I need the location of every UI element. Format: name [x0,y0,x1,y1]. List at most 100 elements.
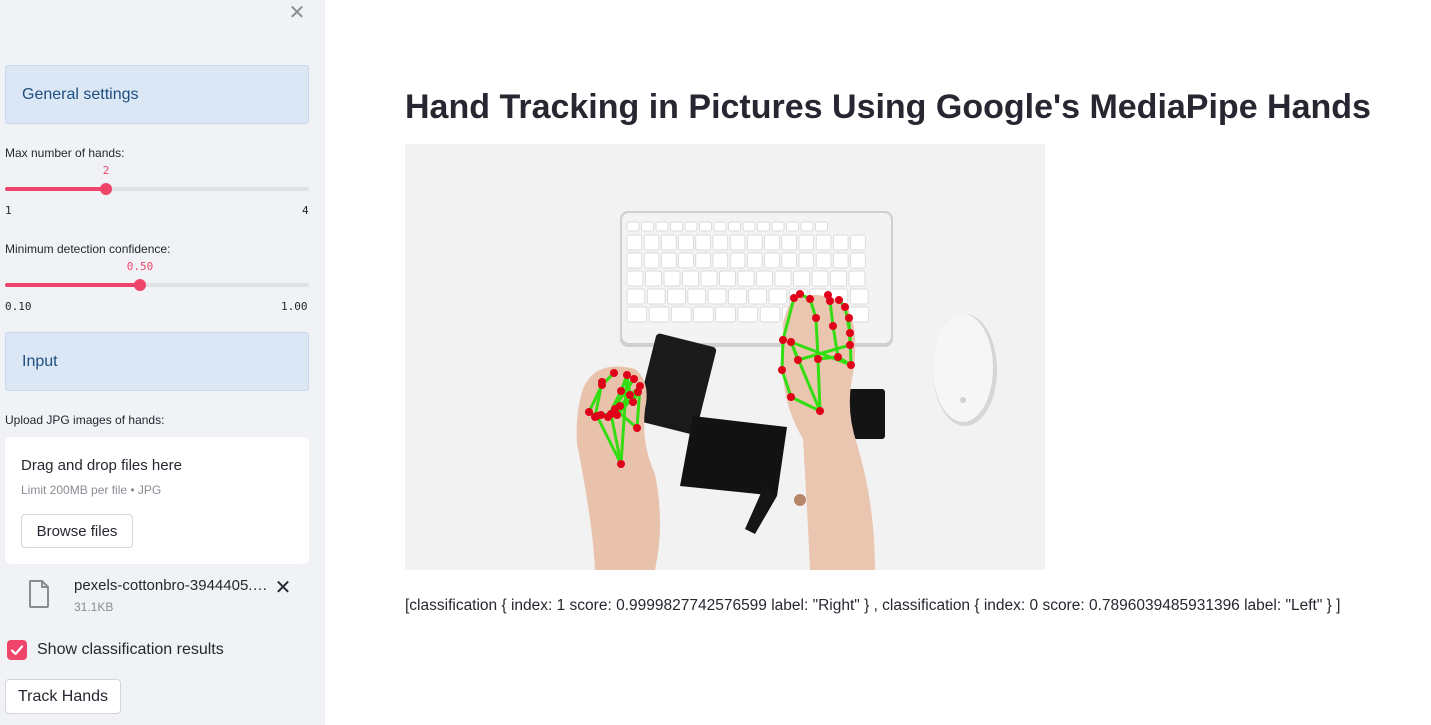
keyboard-key [719,270,736,287]
keyboard-key [661,234,677,251]
track-hands-button[interactable]: Track Hands [5,679,121,714]
keyboard-key [771,221,785,232]
keyboard-key [764,252,780,269]
landmark-point [778,366,786,374]
keyboard-key [756,270,773,287]
landmark-point [787,393,795,401]
keyboard-key [850,252,866,269]
input-expander[interactable]: Input [5,332,309,391]
show-classification-label[interactable]: Show classification results [37,641,224,659]
landmark-point [779,336,787,344]
hand-tracking-image [405,144,1045,570]
keyboard-key [643,252,660,269]
keyboard-key [645,270,662,287]
keyboard-key [663,270,681,287]
keyboard-key [786,221,799,232]
min-confidence-slider[interactable] [5,279,309,291]
landmark-connection [780,338,785,372]
keyboard-key [742,221,756,232]
input-section-label: Input [22,352,58,370]
show-classification-checkbox[interactable] [7,640,27,660]
max-hands-min: 1 [5,204,12,217]
landmark-point [824,291,832,299]
browse-files-button[interactable]: Browse files [21,514,133,548]
keyboard-key [728,221,741,232]
remove-file-icon[interactable]: ✕ [273,575,293,599]
keyboard-key [781,234,797,251]
keyboard-key [707,288,727,305]
uploaded-file-size: 31.1KB [74,600,114,614]
landmark-point [610,369,618,377]
min-confidence-slider-thumb[interactable] [134,279,146,291]
keyboard-key [626,234,643,251]
keyboard-key [626,252,643,269]
classification-result: [classification { index: 1 score: 0.9999… [405,597,1341,614]
landmark-point [812,314,820,322]
keyboard-key [712,252,729,269]
keyboard-key [774,270,792,287]
keyboard-key [667,288,686,305]
keyboard-key [848,270,866,287]
min-confidence-value: 0.50 [126,260,154,273]
landmark-point [847,361,855,369]
keyboard-key [768,288,788,305]
keyboard-key [833,234,849,251]
min-confidence-slider-fill [5,283,140,287]
keyboard-key [764,234,780,251]
landmark-point [794,356,802,364]
landmark-point [846,341,854,349]
keyboard-key [670,221,683,232]
keyboard-key [682,270,699,287]
max-hands-max: 4 [302,204,309,217]
keyboard-key [849,288,869,305]
keyboard-key [759,306,781,323]
keyboard-key [695,234,711,251]
landmark-point [816,407,824,415]
keyboard-key [757,221,770,232]
keyboard-key [684,221,698,232]
landmark-point [626,391,634,399]
keyboard-key [661,252,677,269]
landmark-point [623,371,631,379]
keyboard-key [646,288,666,305]
min-confidence-max: 1.00 [281,300,308,313]
keyboard-key [729,234,746,251]
file-dropzone[interactable]: Drag and drop files here Limit 200MB per… [5,437,309,564]
landmark-point [835,296,843,304]
keyboard-key [850,234,866,251]
keyboard-key [833,252,849,269]
general-settings-expander[interactable]: General settings [5,65,309,124]
keyboard-key [747,234,763,251]
max-hands-value: 2 [102,164,110,177]
landmark-point [787,338,795,346]
keyboard-key [648,306,670,323]
keyboard-key [678,234,694,251]
keyboard-key [815,234,832,251]
keyboard-key [712,234,729,251]
landmark-point [846,329,854,337]
page-title: Hand Tracking in Pictures Using Google's… [405,88,1371,126]
keyboard-key [815,252,832,269]
general-settings-label: General settings [22,85,139,103]
landmark-point [591,413,599,421]
landmark-point [617,460,625,468]
keyboard-key [830,270,847,287]
landmark-point [607,410,615,418]
max-hands-slider-thumb[interactable] [100,183,112,195]
keyboard-key [699,221,712,232]
keyboard-key [781,252,797,269]
keyboard-key [737,306,759,323]
close-icon[interactable]: ✕ [286,3,308,25]
keyboard-key [626,221,640,232]
keyboard-key [641,221,654,232]
keyboard-key [687,288,707,305]
keyboard-key [798,234,815,251]
keyboard-key [800,221,814,232]
keyboard-key [798,252,815,269]
keyboard-key [626,288,646,305]
max-hands-slider[interactable] [5,183,309,195]
landmark-point [629,398,637,406]
keyboard-key [713,221,727,232]
landmark-point [636,382,644,390]
keyboard-key [815,221,828,232]
